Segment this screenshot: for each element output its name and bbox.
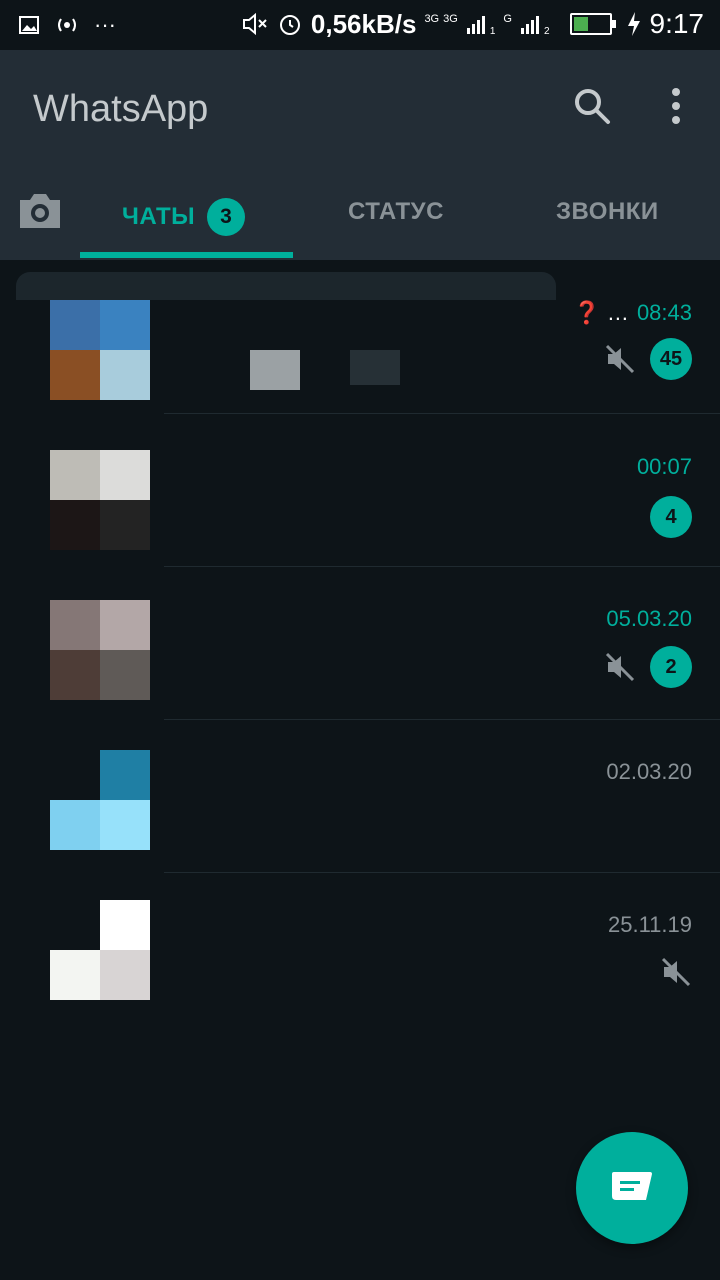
- tab-status[interactable]: СТАТУС: [348, 198, 444, 226]
- search-icon: [575, 89, 610, 124]
- redacted-block: [350, 350, 400, 385]
- unread-badge: 2: [650, 646, 692, 688]
- new-chat-button[interactable]: [576, 1132, 688, 1244]
- chats-unread-badge: 3: [207, 198, 246, 236]
- chat-row[interactable]: 00:07 4: [0, 450, 720, 600]
- tab-bar: ЧАТЫ 3 СТАТУС ЗВОНКИ: [0, 170, 720, 260]
- net-type-1: 3G: [424, 13, 440, 25]
- chat-status-icons: [660, 956, 692, 988]
- muted-icon: [605, 652, 635, 682]
- chat-time-label: 08:43: [636, 300, 692, 325]
- unread-badge: 45: [650, 338, 692, 380]
- net-type-3: G: [503, 13, 512, 25]
- chat-time: 25.11.19: [607, 912, 692, 937]
- sim1-label: 1: [489, 25, 496, 37]
- avatar[interactable]: [50, 300, 150, 400]
- muted-icon: [661, 957, 691, 987]
- hotspot-icon: [58, 18, 76, 32]
- chat-prefix: ❓ …: [573, 300, 629, 325]
- chat-time: 02.03.20: [606, 759, 692, 784]
- chat-time: 05.03.20: [606, 606, 692, 631]
- divider: [164, 413, 720, 414]
- chat-time: 00:07: [636, 454, 692, 479]
- image-notification-icon: [19, 16, 39, 34]
- more-notifications-icon: ···: [94, 12, 116, 37]
- chat-row[interactable]: 05.03.20 2: [0, 600, 720, 750]
- net-type-2: 3G: [443, 13, 458, 25]
- more-options-button[interactable]: [662, 84, 690, 128]
- chat-status-icons: 4: [650, 496, 692, 538]
- app-bar: WhatsApp ЧАТЫ 3 СТАТУС ЗВОНКИ: [0, 50, 720, 260]
- tab-indicator: [80, 252, 293, 258]
- battery-icon: [569, 13, 616, 35]
- chat-time: ❓ … 08:43: [573, 300, 692, 326]
- tab-calls[interactable]: ЗВОНКИ: [556, 198, 659, 226]
- app-title: WhatsApp: [33, 88, 209, 130]
- chat-status-icons: 2: [604, 646, 692, 688]
- alarm-icon: [279, 15, 300, 35]
- chat-row[interactable]: 02.03.20: [0, 750, 720, 900]
- divider: [164, 872, 720, 873]
- muted-icon: [605, 344, 635, 374]
- volume-muted-icon: [242, 12, 267, 36]
- divider: [164, 719, 720, 720]
- tab-camera[interactable]: [16, 190, 64, 232]
- status-bar: ··· 0,56kB/s 3G 3G 1 G 2 9:17: [0, 0, 720, 50]
- redacted-block: [250, 350, 300, 390]
- more-vert-icon: [672, 88, 680, 124]
- clock: 9:17: [649, 8, 705, 39]
- chat-row[interactable]: 25.11.19: [0, 900, 720, 1050]
- sim2-label: 2: [543, 25, 550, 37]
- tab-chats-label: ЧАТЫ: [122, 203, 196, 230]
- charging-icon: [627, 12, 640, 36]
- camera-icon: [20, 194, 60, 228]
- tab-chats[interactable]: ЧАТЫ 3: [122, 198, 246, 236]
- unread-badge: 4: [650, 496, 692, 538]
- divider: [164, 566, 720, 567]
- signal-icon-sim2: [520, 16, 539, 34]
- chat-status-icons: 45: [604, 338, 692, 380]
- search-button[interactable]: [570, 84, 614, 128]
- chat-row[interactable]: ❓ … 08:43 45: [0, 300, 720, 450]
- avatar[interactable]: [50, 900, 150, 1000]
- avatar[interactable]: [50, 750, 150, 850]
- redacted-scribble: [16, 272, 556, 300]
- avatar[interactable]: [50, 600, 150, 700]
- avatar[interactable]: [50, 450, 150, 550]
- network-speed: 0,56kB/s: [310, 8, 417, 39]
- signal-icon-sim1: [466, 16, 485, 34]
- new-chat-icon: [612, 1172, 652, 1200]
